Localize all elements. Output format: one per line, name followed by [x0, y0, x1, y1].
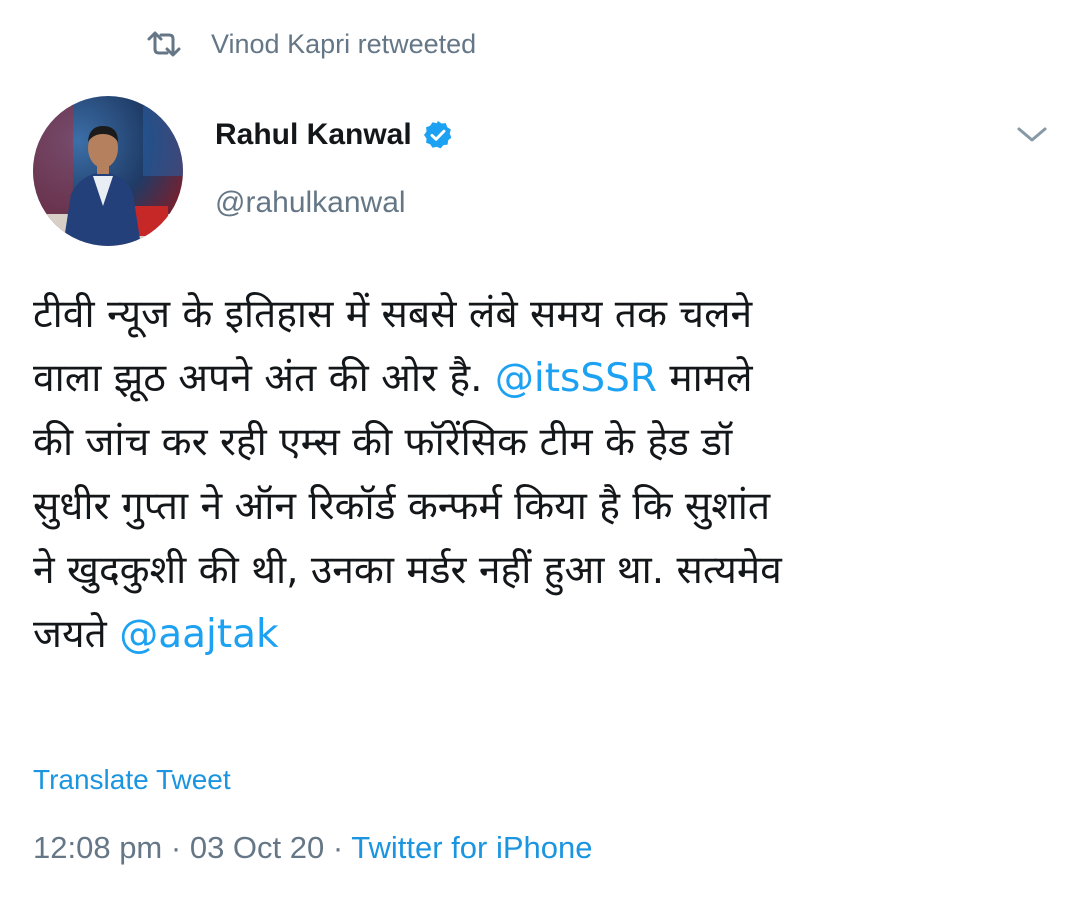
tweet-text-segment: वाला झूठ अपने अंत की ओर है.: [33, 356, 495, 401]
translate-tweet-link[interactable]: Translate Tweet: [33, 764, 231, 796]
verified-badge-icon: [422, 119, 454, 151]
tweet-text: टीवी न्यूज के इतिहास में सबसे लंबे समय त…: [33, 283, 1043, 667]
tweet-date[interactable]: 03 Oct 20: [190, 830, 324, 865]
tweet-line: ने खुदकुशी की थी, उनका मर्डर नहीं हुआ था…: [33, 548, 782, 593]
tweet-text-segment: मामले: [656, 356, 753, 401]
separator: ·: [324, 830, 352, 865]
mention-link[interactable]: @itsSSR: [495, 356, 657, 401]
tweet-source-link[interactable]: Twitter for iPhone: [351, 830, 592, 865]
retweet-icon: [145, 29, 183, 59]
tweet-line: टीवी न्यूज के इतिहास में सबसे लंबे समय त…: [33, 292, 753, 337]
mention-link[interactable]: @aajtak: [119, 612, 278, 657]
tweet-line: सुधीर गुप्ता ने ऑन रिकॉर्ड कन्फर्म किया …: [33, 484, 771, 529]
tweet-time[interactable]: 12:08 pm: [33, 830, 162, 865]
tweet-metadata: 12:08 pm · 03 Oct 20 · Twitter for iPhon…: [33, 830, 592, 866]
tweet-line: वाला झूठ अपने अंत की ओर है. @itsSSR मामल…: [33, 347, 1043, 411]
tweet-text-segment: जयते: [33, 612, 120, 657]
tweet-line: जयते @aajtak: [33, 603, 1043, 667]
avatar[interactable]: [33, 96, 183, 246]
tweet-line: की जांच कर रही एम्स की फॉरेंसिक टीम के ह…: [33, 420, 733, 465]
author-handle[interactable]: @rahulkanwal: [215, 186, 406, 220]
chevron-down-icon: [1016, 125, 1048, 149]
retweet-context[interactable]: Vinod Kapri retweeted: [145, 24, 476, 64]
retweeted-by-text: Vinod Kapri retweeted: [211, 28, 477, 59]
separator: ·: [162, 830, 190, 865]
tweet-menu-button[interactable]: [1012, 122, 1052, 152]
author-name[interactable]: Rahul Kanwal: [215, 118, 454, 152]
author-display-name[interactable]: Rahul Kanwal: [215, 118, 412, 152]
